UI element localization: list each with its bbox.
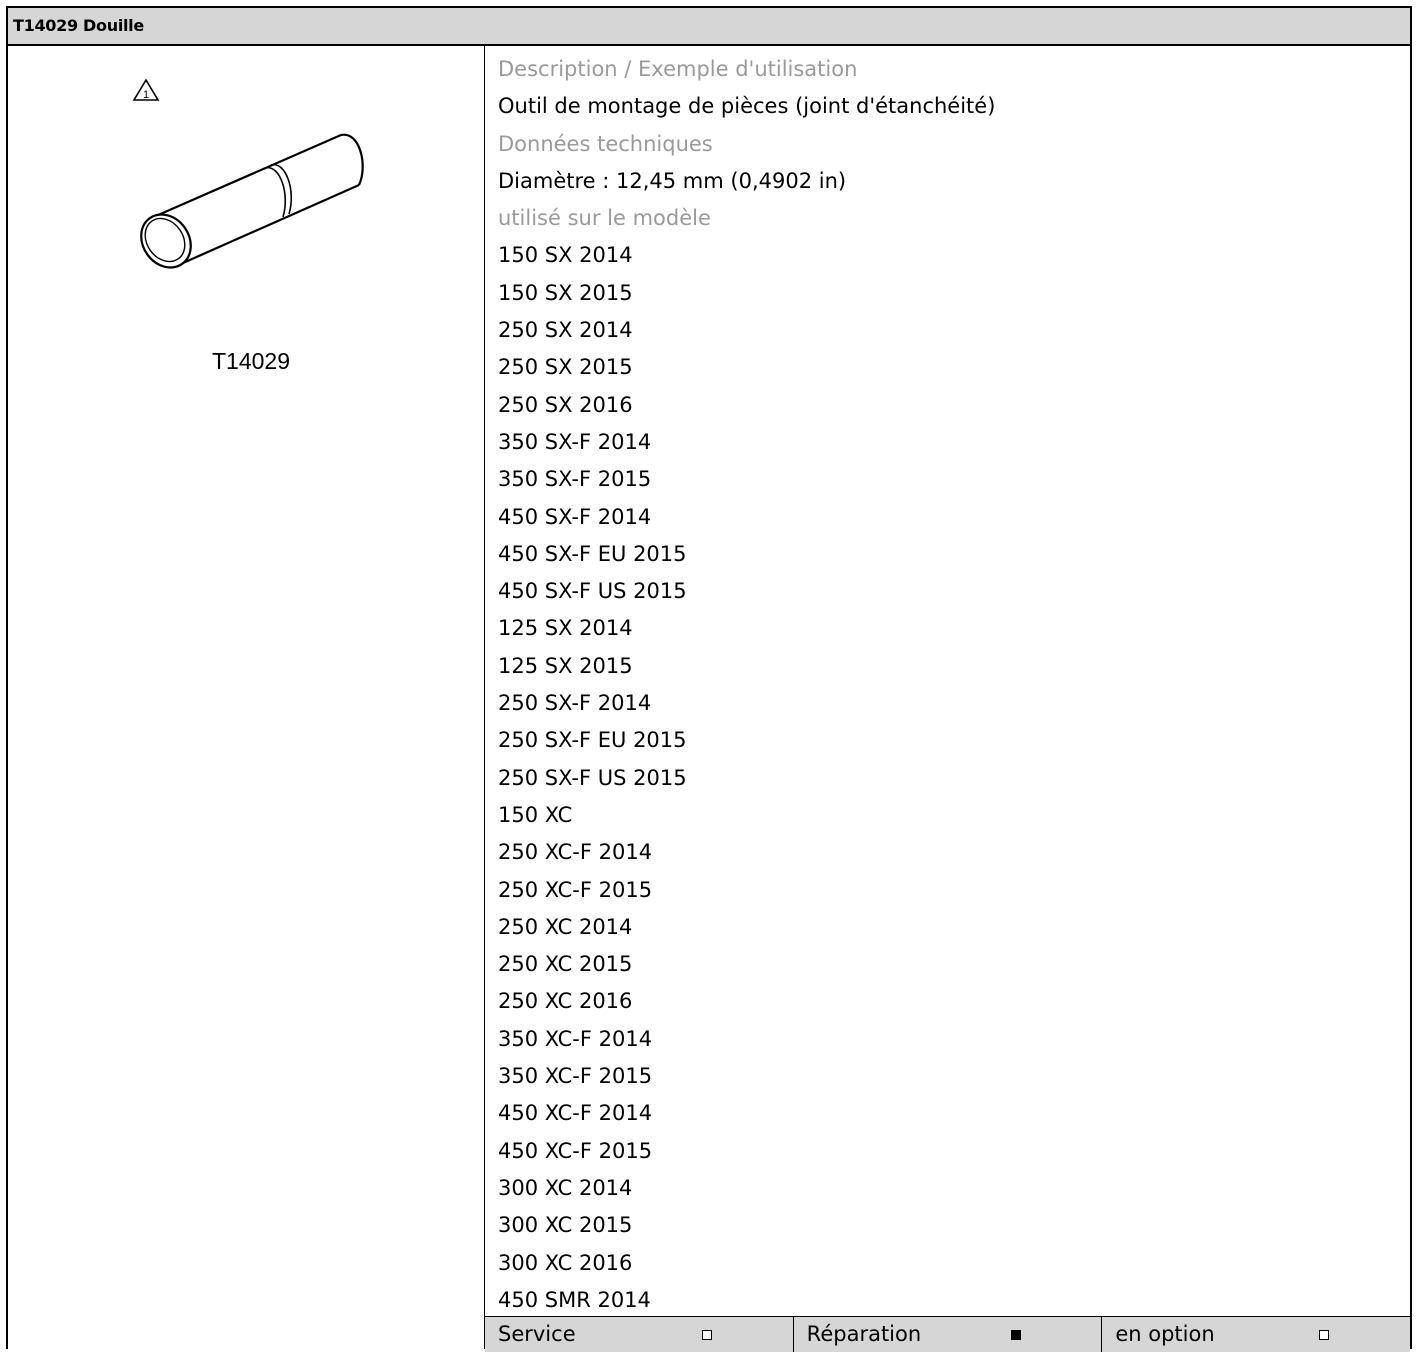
model-item: 350 SX-F 2014: [498, 429, 652, 454]
sleeve-icon: [140, 133, 364, 269]
model-item: 350 XC-F 2014: [498, 1026, 653, 1051]
model-item: 250 XC-F 2015: [498, 877, 653, 902]
tech-data-value: Diamètre : 12,45 mm (0,4902 in): [498, 168, 847, 193]
tool-sheet: T14029 Douille 1 T14029 Description / Ex…: [6, 6, 1412, 1352]
column-divider: [484, 46, 485, 1349]
model-item: 125 SX 2014: [498, 616, 633, 641]
tool-image-cell: 1 T14029: [8, 46, 484, 1349]
description-caption: Description / Exemple d'utilisation: [498, 57, 858, 81]
model-item: 150 XC: [498, 802, 573, 827]
model-item: 450 SX-F EU 2015: [498, 541, 687, 566]
model-item: 450 XC-F 2014: [498, 1101, 653, 1126]
usage-label: en option: [1115, 1322, 1215, 1346]
models-caption: utilisé sur le modèle: [498, 206, 711, 231]
model-item: 250 SX 2014: [498, 318, 633, 343]
model-item: 250 SX-F EU 2015: [498, 728, 687, 753]
model-item: 250 SX-F 2014: [498, 691, 652, 716]
tool-title: T14029 Douille: [13, 16, 144, 35]
unchecked-box-icon: [702, 1330, 712, 1340]
sleeve-tool-illustration: 1: [132, 78, 364, 269]
models-list: 150 SX 2014 150 SX 2015 250 SX 2014 250 SX …: [498, 237, 1400, 1319]
model-item: 450 XC-F 2015: [498, 1138, 653, 1163]
checked-box-icon: [1010, 1330, 1021, 1340]
model-item: 250 XC 2014: [498, 914, 633, 939]
usage-cell: en option: [1102, 1317, 1410, 1352]
model-item: 250 XC 2015: [498, 952, 633, 977]
usage-label: Réparation: [806, 1322, 922, 1346]
model-item: 150 SX 2014: [498, 243, 633, 268]
model-item: 450 SMR 2014: [498, 1287, 651, 1312]
usage-label: Service: [498, 1322, 576, 1346]
model-item: 450 SX-F 2014: [498, 504, 652, 529]
usage-footer: Service Réparation en option: [485, 1316, 1410, 1352]
usage-cell: Réparation: [794, 1317, 1103, 1352]
description-text: Outil de montage de pièces (joint d'étan…: [498, 94, 996, 119]
model-item: 125 SX 2015: [498, 653, 633, 678]
model-item: 450 SX-F US 2015: [498, 579, 687, 604]
warning-triangle-icon: 1: [132, 78, 160, 101]
model-item: 250 XC 2016: [498, 989, 633, 1014]
model-item: 250 SX-F US 2015: [498, 765, 687, 790]
model-item: 150 SX 2015: [498, 280, 633, 305]
tool-details: Description / Exemple d'utilisation Outi…: [498, 51, 1400, 1319]
tool-header: T14029 Douille: [8, 8, 1410, 46]
model-item: 250 SX 2015: [498, 355, 633, 380]
model-item: 300 XC 2016: [498, 1250, 633, 1275]
model-item: 350 XC-F 2015: [498, 1064, 653, 1089]
model-item: 250 XC-F 2014: [498, 840, 653, 865]
model-item: 350 SX-F 2015: [498, 467, 652, 492]
usage-cell: Service: [485, 1317, 794, 1352]
tech-data-caption: Données techniques: [498, 131, 713, 156]
model-item: 250 SX 2016: [498, 392, 633, 417]
model-item: 300 XC 2014: [498, 1175, 633, 1200]
unchecked-box-icon: [1319, 1330, 1330, 1340]
model-item: 300 XC 2015: [498, 1213, 633, 1238]
figure-label: T14029: [211, 348, 290, 374]
svg-text:1: 1: [143, 89, 149, 101]
